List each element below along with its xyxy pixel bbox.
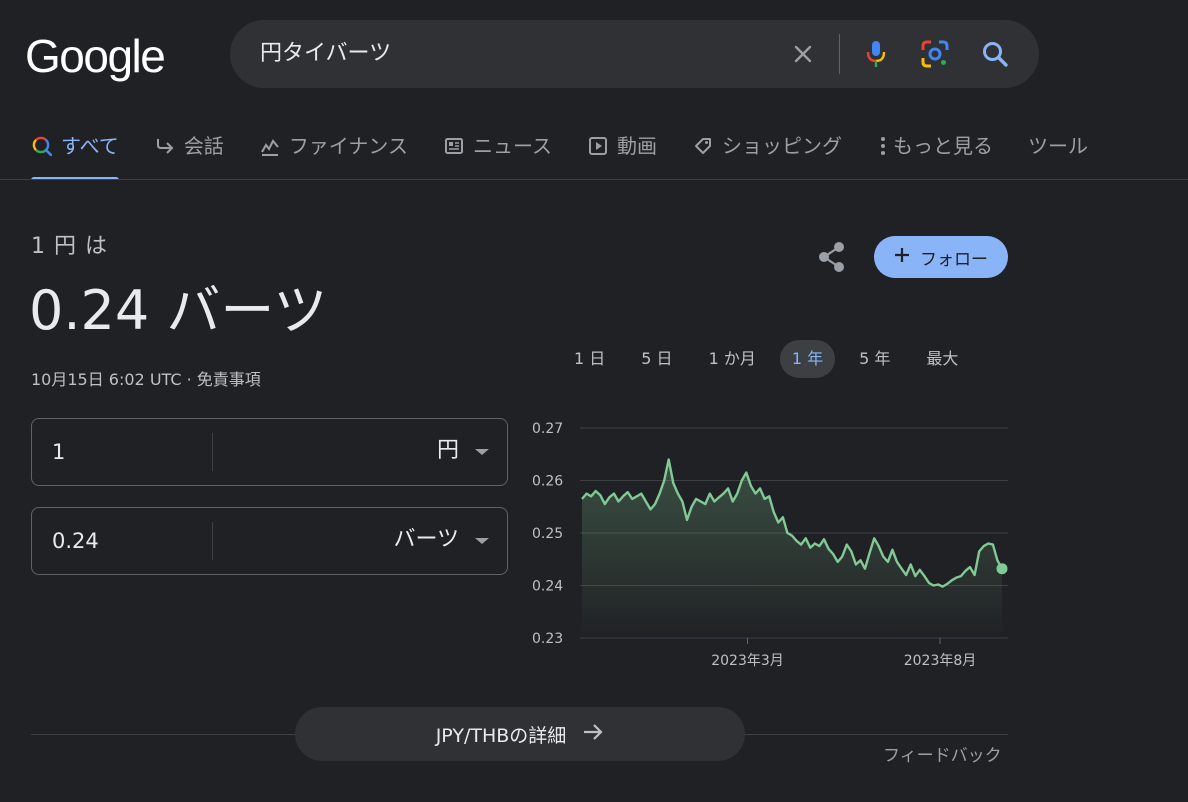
chart-area [582,459,1002,638]
chart-end-point[interactable] [996,563,1008,575]
search-input[interactable]: 円タイバーツ [260,40,391,68]
close-icon[interactable] [783,34,823,74]
tab-news[interactable]: ニュース [443,128,552,180]
range-5d[interactable]: 5 日 [629,340,684,378]
plus-icon [894,247,910,268]
range-1d[interactable]: 1 日 [562,340,617,378]
to-currency-row: 0.24 バーツ [31,507,508,575]
share-icon[interactable] [815,240,849,274]
lens-icon[interactable] [915,34,955,74]
from-currency-row: 1 円 [31,418,508,486]
search-icon [31,135,53,157]
to-amount-input[interactable]: 0.24 [52,526,99,556]
range-5y[interactable]: 5 年 [847,340,902,378]
field-divider [212,522,213,560]
google-logo[interactable]: Google [25,28,166,84]
tab-label: ツール [1028,134,1089,158]
tag-icon [692,135,714,157]
field-divider [212,433,213,471]
tab-more[interactable]: もっと見る [877,128,993,180]
follow-button[interactable]: フォロー [874,236,1008,278]
tab-all[interactable]: すべて [31,128,119,180]
chevron-down-icon[interactable] [475,449,489,455]
x-tick-label: 2023年8月 [904,653,977,669]
tabs-divider [0,179,1188,180]
feedback-link[interactable]: フィードバック [883,744,1002,768]
play-icon [587,135,609,157]
chevron-down-icon[interactable] [475,538,489,544]
from-currency-select[interactable]: 円 [437,435,459,467]
to-currency-select[interactable]: バーツ [393,524,459,556]
tab-label: もっと見る [893,134,994,158]
news-icon [443,135,465,157]
search-box[interactable]: 円タイバーツ [230,20,1039,88]
tab-label: ショッピング [722,134,843,158]
y-tick-label: 0.25 [532,526,563,542]
search-divider [839,34,840,74]
exchange-rate-chart[interactable]: 0.27 0.26 0.25 0.24 0.23 2023年3月 2023年8月 [520,410,1020,676]
tab-label: 会話 [183,134,224,158]
arrow-right-icon [582,722,604,747]
y-tick-label: 0.23 [532,631,563,647]
from-amount-input[interactable]: 1 [52,437,65,467]
tab-label: ニュース [473,134,553,158]
more-vert-icon [877,135,889,157]
tab-shopping[interactable]: ショッピング [692,128,842,180]
range-1m[interactable]: 1 か月 [697,340,768,378]
conversion-timestamp[interactable]: 10月15日 6:02 UTC · 免責事項 [31,369,261,391]
tab-videos[interactable]: 動画 [587,128,657,180]
x-tick-label: 2023年3月 [711,653,784,669]
details-button[interactable]: JPY/THBの詳細 [295,707,745,761]
tab-label: ファイナンス [288,134,409,158]
tab-label: 動画 [617,134,658,158]
y-tick-label: 0.26 [532,474,563,490]
follow-label: フォロー [920,249,988,270]
conversion-result: 0.24 バーツ [29,279,328,342]
y-tick-label: 0.24 [532,579,563,595]
tab-finance[interactable]: ファイナンス [259,128,408,180]
details-label: JPY/THBの詳細 [435,724,567,747]
conversion-from-label: 1 円 は [31,234,108,259]
tab-conversations[interactable]: 会話 [154,128,224,180]
reply-arrow-icon [154,135,176,157]
tab-label: すべて [61,134,119,158]
search-icon[interactable] [975,34,1015,74]
tab-tools[interactable]: ツール [1028,128,1088,180]
mic-icon[interactable] [856,34,896,74]
y-tick-label: 0.27 [532,421,563,437]
range-1y[interactable]: 1 年 [779,340,836,378]
range-selector: 1 日 5 日 1 か月 1 年 5 年 最大 [562,340,982,378]
search-tabs: すべて 会話 ファイナンス ニュース 動画 ショッピング もっと見る ツール [31,128,1123,180]
range-max[interactable]: 最大 [914,340,970,378]
finance-chart-icon [259,135,281,157]
